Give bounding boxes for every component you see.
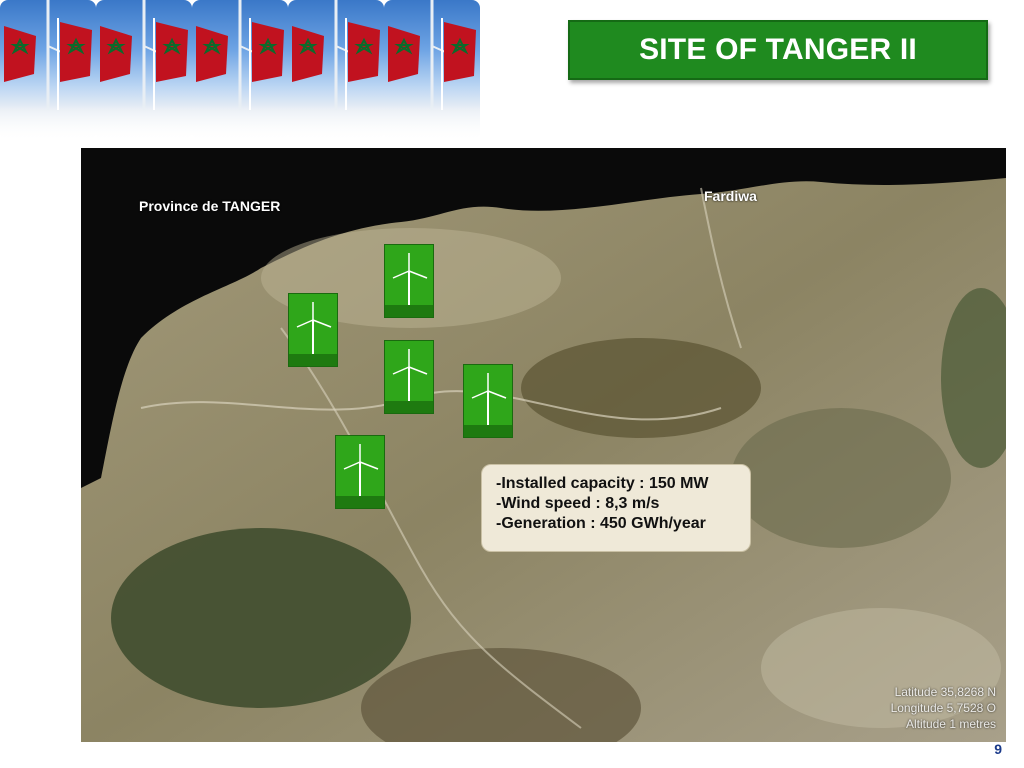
- terrain-background: [81, 148, 1006, 742]
- wind-turbine-icon: [463, 364, 513, 438]
- province-label: Province de TANGER: [139, 198, 281, 214]
- latitude-text: Latitude 35,8268 N: [894, 685, 996, 699]
- wind-speed-text: -Wind speed : 8,3 m/s: [496, 495, 660, 512]
- site-info-box: -Installed capacity : 150 MW -Wind speed…: [481, 464, 751, 552]
- wind-turbine-icon: [384, 340, 434, 414]
- fardiwa-label: Fardiwa: [704, 188, 757, 204]
- altitude-text: Altitude 1 metres: [905, 717, 996, 731]
- page-number: 9: [994, 741, 1002, 757]
- wind-turbine-icon: [384, 244, 434, 318]
- longitude-text: Longitude 5,7528 O: [890, 701, 996, 715]
- slide-title: SITE OF TANGER II: [639, 33, 917, 66]
- generation-text: -Generation : 450 GWh/year: [496, 515, 706, 532]
- flag-turbine-banner: [0, 0, 480, 140]
- slide-title-box: SITE OF TANGER II: [568, 20, 988, 80]
- wind-turbine-icon: [288, 293, 338, 367]
- satellite-map: Province de TANGER Fardiwa -Installed ca…: [81, 148, 1006, 742]
- installed-capacity-text: -Installed capacity : 150 MW: [496, 475, 709, 492]
- coordinates-readout: Latitude 35,8268 N Longitude 5,7528 O Al…: [891, 684, 996, 732]
- wind-turbine-icon: [335, 435, 385, 509]
- banner-fade: [0, 105, 480, 140]
